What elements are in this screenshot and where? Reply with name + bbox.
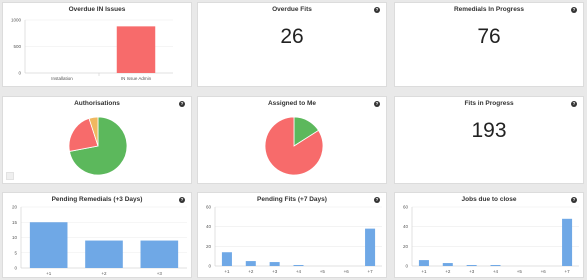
y-tick-label: 0 (18, 71, 21, 76)
x-tick-label: +2 (248, 269, 254, 274)
help-icon[interactable]: ? (571, 7, 577, 13)
bar[interactable] (562, 218, 573, 266)
bar[interactable] (418, 260, 429, 266)
x-tick-label: +3 (469, 269, 475, 274)
card-pending-fits: Pending Fits (+7 Days) ? 0 20 40 60 +1 +2 +3 +4… (197, 192, 387, 278)
overdue-in-chart: 0 500 1000 Installation IN Issue Admin (11, 18, 173, 81)
card-assigned-to-me: Assigned to Me ? (197, 96, 387, 184)
card-remedials-in-progress[interactable]: Remedials In Progress ? 76 (394, 2, 584, 87)
bar[interactable] (116, 26, 156, 73)
x-tick-label: +1 (46, 271, 52, 276)
x-tick-label: +1 (224, 269, 230, 274)
x-tick-label: +2 (101, 271, 107, 276)
x-tick-label: Installation (51, 76, 73, 81)
x-tick-label: +4 (296, 269, 302, 274)
card-fits-in-progress[interactable]: Fits in Progress ? 193 (394, 96, 584, 184)
jobs-due-chart: 0 20 40 60 +1 +2 +3 +4 +5 +6 +7 (403, 205, 579, 274)
x-tick-label: +7 (368, 269, 374, 274)
y-tick-label: 20 (12, 205, 18, 210)
x-tick-label: +2 (445, 269, 451, 274)
x-tick-label: +3 (157, 271, 163, 276)
authorisations-pie-chart[interactable] (3, 97, 193, 185)
x-tick-label: +1 (421, 269, 427, 274)
y-tick-label: 0 (405, 264, 408, 269)
y-tick-label: 15 (12, 220, 18, 225)
x-tick-label: +5 (320, 269, 326, 274)
bar[interactable] (221, 252, 232, 266)
bar[interactable] (490, 265, 501, 266)
resize-handle[interactable] (6, 172, 14, 180)
x-tick-label: +6 (541, 269, 547, 274)
bar[interactable] (269, 262, 280, 266)
y-tick-label: 40 (206, 224, 212, 229)
bar[interactable] (466, 265, 477, 266)
bar[interactable] (293, 265, 304, 266)
y-tick-label: 0 (208, 264, 211, 269)
y-tick-label: 20 (403, 244, 409, 249)
y-tick-label: 5 (14, 250, 17, 255)
y-tick-label: 60 (403, 205, 409, 210)
x-tick-label: +4 (493, 269, 499, 274)
card-overdue-fits[interactable]: Overdue Fits ? 26 (197, 2, 387, 87)
y-tick-label: 0 (14, 266, 17, 271)
x-tick-label: +6 (344, 269, 350, 274)
assigned-to-me-pie-chart[interactable] (198, 97, 388, 185)
card-overdue-in-issues: Overdue IN Issues 0 500 1000 Installation IN… (2, 2, 192, 87)
help-icon[interactable]: ? (374, 7, 380, 13)
bar[interactable] (442, 263, 453, 266)
x-tick-label: IN Issue Admin (121, 76, 152, 81)
y-tick-label: 500 (13, 44, 21, 49)
y-tick-label: 20 (206, 244, 212, 249)
x-tick-label: +7 (565, 269, 571, 274)
bar[interactable] (365, 228, 376, 266)
x-tick-label: +5 (517, 269, 523, 274)
y-tick-label: 40 (403, 224, 409, 229)
bar[interactable] (85, 240, 123, 268)
help-icon[interactable]: ? (571, 101, 577, 107)
pending-remedials-chart: 0 5 10 15 20 +1 +2 +3 (12, 205, 187, 276)
pending-fits-chart: 0 20 40 60 +1 +2 +3 +4 +5 +6 +7 (206, 205, 382, 274)
card-title: Remedials In Progress (453, 6, 525, 13)
card-authorisations: Authorisations ? (2, 96, 192, 184)
y-tick-label: 10 (12, 235, 18, 240)
x-tick-label: +3 (272, 269, 278, 274)
overdue-fits-count: 26 (280, 25, 304, 48)
remedials-in-progress-count: 76 (477, 25, 501, 48)
card-pending-remedials: Pending Remedials (+3 Days) ? 0 5 10 15 20 +1… (2, 192, 192, 278)
y-tick-label: 60 (206, 205, 212, 210)
bar[interactable] (29, 222, 68, 268)
y-tick-label: 1000 (11, 18, 22, 23)
card-title: Fits in Progress (464, 100, 514, 107)
fits-in-progress-count: 193 (471, 119, 507, 142)
card-jobs-due-to-close: Jobs due to close ? 0 20 40 60 +1 +2 +3 +4 +5 +6 +… (394, 192, 584, 278)
card-title: Overdue Fits (272, 6, 312, 13)
bar[interactable] (140, 240, 179, 268)
bar[interactable] (245, 261, 256, 266)
